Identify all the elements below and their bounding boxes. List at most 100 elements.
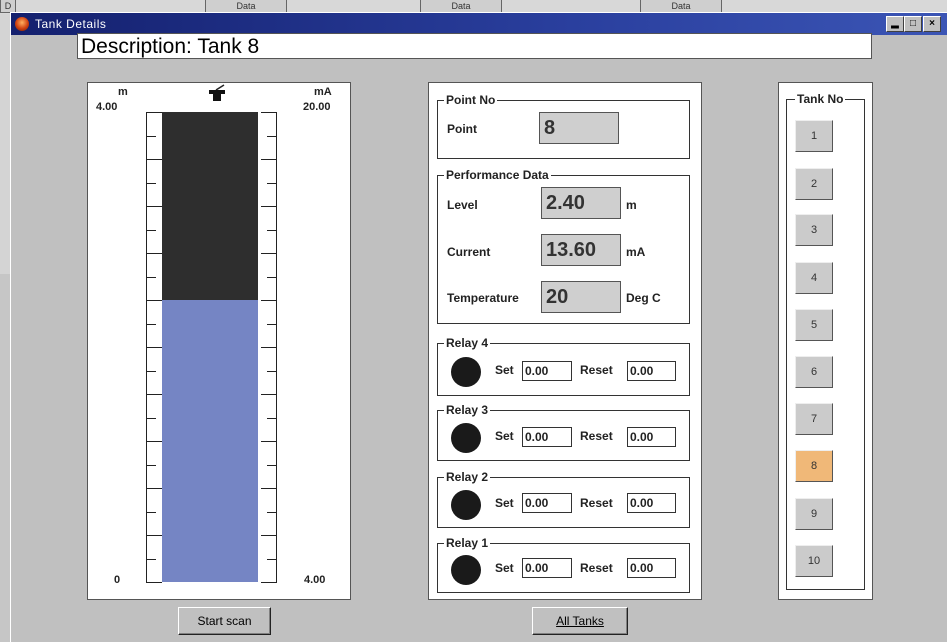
- left-scale-tick: [146, 347, 162, 348]
- right-scale-tick: [261, 159, 277, 160]
- right-scale-tick: [261, 253, 277, 254]
- relay-set-input[interactable]: 0.00: [522, 493, 572, 513]
- tank-button-6[interactable]: 6: [795, 356, 833, 388]
- gauge-right-min: 4.00: [304, 574, 326, 586]
- relay-indicator-icon: [451, 357, 481, 387]
- right-scale-tick: [261, 488, 277, 489]
- relay-reset-input[interactable]: 0.00: [627, 493, 676, 513]
- right-scale-tick: [267, 465, 277, 466]
- right-scale-tick: [267, 418, 277, 419]
- relay-reset-label: Reset: [580, 363, 613, 377]
- left-scale-tick: [146, 183, 156, 184]
- left-scale-tick: [146, 206, 162, 207]
- performance-data-group-label: Performance Data: [444, 167, 551, 183]
- relay-reset-input[interactable]: 0.00: [627, 558, 676, 578]
- right-scale-tick: [261, 112, 277, 113]
- relay-reset-label: Reset: [580, 561, 613, 575]
- left-scale-tick: [146, 371, 156, 372]
- tank-empty-space: [162, 112, 258, 300]
- tank-level-fill: [162, 300, 258, 582]
- left-scale-tick: [146, 512, 156, 513]
- left-scale-tick: [146, 441, 162, 442]
- gauge-left-min: 0: [114, 574, 121, 586]
- right-scale-tick: [267, 277, 277, 278]
- level-unit: m: [626, 198, 637, 212]
- relay-reset-label: Reset: [580, 429, 613, 443]
- right-scale-tick: [267, 559, 277, 560]
- level-label: Level: [447, 198, 478, 212]
- tank-description: Description: Tank 8: [77, 33, 872, 59]
- relay-set-input[interactable]: 0.00: [522, 427, 572, 447]
- right-scale-tick: [267, 230, 277, 231]
- right-scale-tick: [261, 347, 277, 348]
- all-tanks-button[interactable]: All Tanks: [532, 607, 628, 635]
- gauge-right-unit: mA: [314, 86, 332, 98]
- right-scale-tick: [267, 512, 277, 513]
- tank-button-9[interactable]: 9: [795, 498, 833, 530]
- relay-indicator-icon: [451, 555, 481, 585]
- left-scale-tick: [146, 253, 162, 254]
- gauge-right-max: 20.00: [303, 101, 331, 113]
- tank-button-10[interactable]: 10: [795, 545, 833, 577]
- maximize-button[interactable]: □: [904, 16, 922, 32]
- temperature-unit: Deg C: [626, 291, 661, 305]
- level-sensor-icon: [209, 84, 225, 101]
- relay-set-input[interactable]: 0.00: [522, 558, 572, 578]
- minimize-button[interactable]: ▂: [886, 16, 904, 32]
- right-scale-tick: [267, 371, 277, 372]
- left-scale-tick: [146, 136, 156, 137]
- right-scale-tick: [261, 394, 277, 395]
- relay-reset-label: Reset: [580, 496, 613, 510]
- left-scale-tick: [146, 277, 156, 278]
- point-label: Point: [447, 122, 477, 136]
- relay-set-label: Set: [495, 363, 514, 377]
- tank-button-5[interactable]: 5: [795, 309, 833, 341]
- point-value: 8: [539, 112, 619, 144]
- start-scan-button[interactable]: Start scan: [178, 607, 271, 635]
- tank-no-group-label: Tank No: [795, 91, 846, 107]
- window-title: Tank Details: [35, 17, 107, 31]
- left-scale-tick: [146, 488, 162, 489]
- right-scale-tick: [267, 183, 277, 184]
- current-value: 13.60: [541, 234, 621, 266]
- relay-name: Relay 1: [444, 535, 491, 551]
- left-scale-tick: [146, 394, 162, 395]
- relay-reset-input[interactable]: 0.00: [627, 361, 676, 381]
- left-scale-tick: [146, 230, 156, 231]
- relay-name: Relay 2: [444, 469, 491, 485]
- right-scale-tick: [261, 535, 277, 536]
- right-scale-tick: [261, 206, 277, 207]
- relay-set-label: Set: [495, 429, 514, 443]
- app-icon[interactable]: [15, 17, 29, 31]
- tank-button-3[interactable]: 3: [795, 214, 833, 246]
- left-scale-tick: [146, 465, 156, 466]
- close-button[interactable]: ×: [923, 16, 941, 32]
- left-scale-tick: [146, 535, 162, 536]
- relay-name: Relay 4: [444, 335, 491, 351]
- minimize-icon: ▂: [891, 18, 899, 29]
- left-scale-tick: [146, 418, 156, 419]
- tank-button-8[interactable]: 8: [795, 450, 833, 482]
- left-scale-tick: [146, 300, 162, 301]
- right-scale-tick: [267, 324, 277, 325]
- relay-set-label: Set: [495, 496, 514, 510]
- relay-set-input[interactable]: 0.00: [522, 361, 572, 381]
- right-scale-tick: [261, 582, 277, 583]
- tank-button-4[interactable]: 4: [795, 262, 833, 294]
- level-value: 2.40: [541, 187, 621, 219]
- left-scale-tick: [146, 159, 162, 160]
- gauge-left-unit: m: [118, 86, 128, 98]
- current-label: Current: [447, 245, 491, 259]
- relay-indicator-icon: [451, 490, 481, 520]
- left-scale-tick: [146, 559, 156, 560]
- tank-button-1[interactable]: 1: [795, 120, 833, 152]
- right-scale-tick: [267, 136, 277, 137]
- left-scale-tick: [146, 324, 156, 325]
- relay-reset-input[interactable]: 0.00: [627, 427, 676, 447]
- tank-button-7[interactable]: 7: [795, 403, 833, 435]
- title-bar[interactable]: Tank Details ▂ □ ×: [11, 13, 947, 35]
- relay-set-label: Set: [495, 561, 514, 575]
- relay-indicator-icon: [451, 423, 481, 453]
- tank-button-2[interactable]: 2: [795, 168, 833, 200]
- close-icon: ×: [929, 18, 935, 29]
